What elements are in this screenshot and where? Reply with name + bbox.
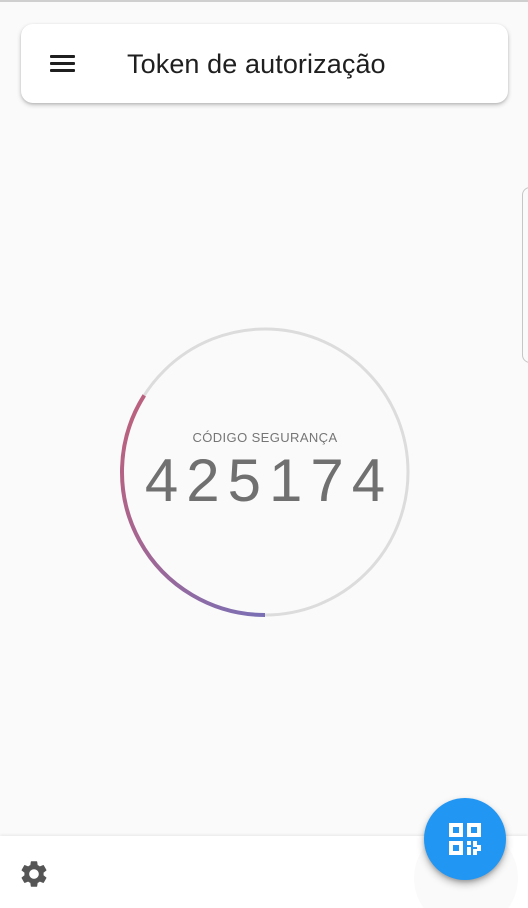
token-countdown-dial: CÓDIGO SEGURANÇA 425174 [119,326,411,618]
app-bar: Token de autorização [21,24,508,103]
side-drawer-handle[interactable] [522,187,528,363]
security-code-value: 425174 [144,447,394,514]
gear-icon[interactable] [18,858,50,890]
qr-code-icon [449,823,481,855]
security-code-label: CÓDIGO SEGURANÇA [192,430,338,445]
page-title: Token de autorização [127,49,386,79]
status-divider [0,0,528,2]
token-screen: Token de autorização CÓDIGO SEGURANÇA 42… [0,0,528,908]
scan-qr-button[interactable] [424,798,506,880]
menu-icon[interactable] [48,51,78,77]
